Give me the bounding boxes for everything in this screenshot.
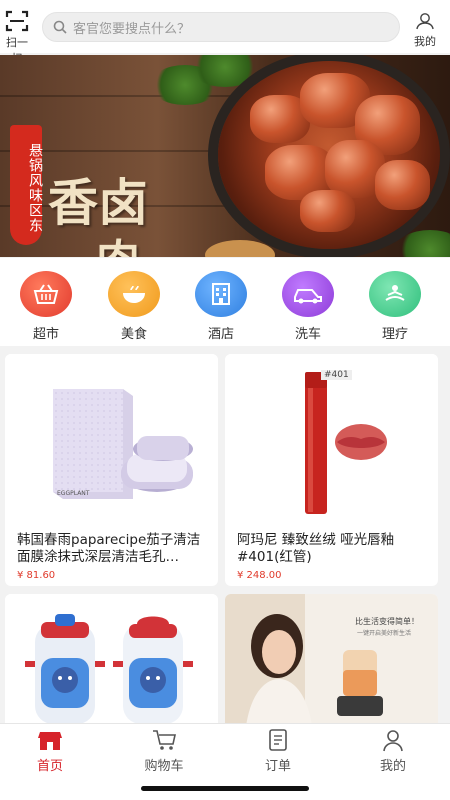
- home-store-icon: [38, 732, 62, 750]
- banner-title: 香卤: [48, 173, 148, 232]
- banner-tag: 悬锅风味区东: [10, 125, 43, 245]
- poster-line-2: 一键开启美好新生活: [357, 630, 412, 637]
- product-image: [225, 594, 438, 734]
- category-carwash[interactable]: 洗车: [276, 271, 340, 342]
- product-card[interactable]: [5, 594, 218, 734]
- category-label: 美食: [120, 327, 147, 342]
- tab-label: 我的: [379, 759, 406, 774]
- category-hotel[interactable]: 酒店: [189, 271, 253, 342]
- home-indicator: [141, 786, 309, 791]
- banner-title-2: 肉: [96, 225, 140, 257]
- product-title: 韩国春雨paparecipe茄子清洁面膜涂抹式深层清洁毛孔…: [17, 532, 201, 565]
- category-therapy[interactable]: 理疗: [363, 271, 427, 342]
- search-placeholder: 客官您要搜点什么？: [73, 21, 191, 37]
- car-icon: [282, 271, 334, 317]
- search-icon: [53, 20, 67, 34]
- category-label: 酒店: [207, 327, 234, 342]
- tab-label: 订单: [264, 759, 291, 774]
- category-label: 理疗: [381, 327, 408, 342]
- user-icon: [383, 730, 403, 752]
- tab-orders[interactable]: 订单: [248, 728, 308, 774]
- spa-icon: [369, 271, 421, 317]
- scan-icon: [5, 10, 29, 32]
- poster-line-1: 比生活变得简单！: [355, 617, 419, 626]
- category-row: 超市 美食 酒店 洗车 理疗: [0, 258, 450, 346]
- promo-banner[interactable]: 悬锅风味区东 香卤 肉: [0, 55, 450, 257]
- product-brand-text: EGGPLANT: [57, 490, 90, 497]
- product-price: ¥ 248.00: [237, 570, 282, 581]
- product-card[interactable]: 比生活变得简单！ 一键开启美好新生活: [225, 594, 438, 734]
- mine-button[interactable]: 我的: [410, 12, 440, 49]
- product-card[interactable]: EGGPLANT 韩国春雨paparecipe茄子清洁面膜涂抹式深层清洁毛孔… …: [5, 354, 218, 586]
- product-image: [5, 354, 218, 529]
- search-input[interactable]: 客官您要搜点什么？: [42, 12, 400, 42]
- building-icon: [195, 271, 247, 317]
- product-card[interactable]: #401 阿玛尼 臻致丝绒 哑光唇釉#401(红管) ¥ 248.00: [225, 354, 438, 586]
- basket-icon: [20, 271, 72, 317]
- product-title: 阿玛尼 臻致丝绒 哑光唇釉#401(红管): [237, 532, 395, 565]
- category-label: 洗车: [294, 327, 321, 342]
- tab-label: 购物车: [144, 759, 184, 774]
- top-bar: 扫一扫 客官您要搜点什么？ 我的: [0, 0, 450, 65]
- tab-label: 首页: [36, 759, 63, 774]
- product-image: [225, 354, 438, 529]
- product-variant-label: #401: [321, 370, 352, 380]
- order-icon: [269, 729, 287, 751]
- user-icon: [416, 13, 434, 30]
- tab-home[interactable]: 首页: [20, 728, 80, 774]
- product-image: [5, 594, 218, 734]
- category-food[interactable]: 美食: [102, 271, 166, 342]
- cart-icon: [153, 730, 176, 750]
- tab-mine[interactable]: 我的: [363, 728, 423, 774]
- category-label: 超市: [32, 327, 59, 342]
- category-supermarket[interactable]: 超市: [14, 271, 78, 342]
- mine-label: 我的: [414, 35, 436, 48]
- product-price: ¥ 81.60: [17, 570, 56, 581]
- bowl-icon: [108, 271, 160, 317]
- tab-cart[interactable]: 购物车: [134, 728, 194, 774]
